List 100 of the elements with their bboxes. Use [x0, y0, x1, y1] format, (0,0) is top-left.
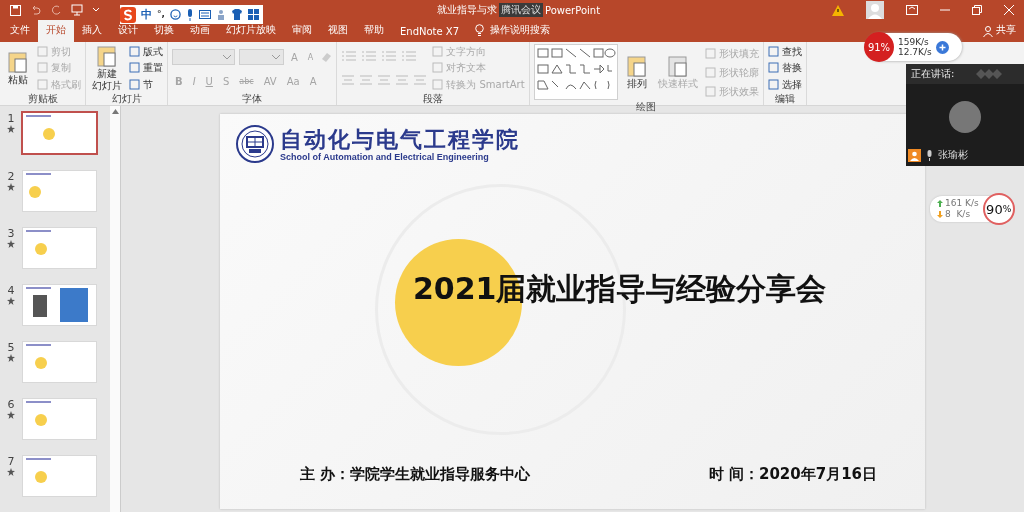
ribbon-small-button[interactable]: 查找: [767, 45, 802, 59]
ribbon-tab[interactable]: 插入: [74, 20, 110, 42]
meeting-logo-icon: [974, 69, 1005, 79]
slide-thumbnail[interactable]: [21, 111, 98, 155]
upload-speed: 159K/s: [898, 37, 930, 47]
restore-icon[interactable]: [972, 5, 982, 15]
smiley-icon[interactable]: [169, 9, 181, 20]
group-label: 剪贴板: [26, 92, 59, 105]
caret-icon: [223, 54, 231, 60]
list-format-icon[interactable]: [361, 49, 378, 62]
star-icon: [7, 240, 15, 248]
speaker-name: 张瑜彬: [938, 148, 968, 162]
align-icon[interactable]: [377, 74, 392, 87]
ribbon-tab[interactable]: 幻灯片放映: [218, 20, 284, 42]
slide-number: 5: [7, 341, 15, 354]
ribbon-display-icon[interactable]: [906, 5, 918, 15]
command-icon: [767, 62, 779, 74]
command-icon: [432, 62, 444, 74]
ribbon-tab[interactable]: 文件: [2, 20, 38, 42]
star-icon: [7, 125, 15, 133]
memory-gauge: 90%: [982, 193, 1015, 225]
figure-icon[interactable]: [215, 9, 226, 20]
download-speed: 12.7K/s: [898, 47, 932, 57]
speaking-label: 正在讲话:: [911, 67, 955, 81]
app-name: PowerPoint: [545, 4, 601, 16]
tell-me-search[interactable]: 操作说明搜索: [490, 23, 551, 42]
undo-icon[interactable]: [30, 4, 42, 16]
command-icon: [704, 85, 716, 97]
document-icon: [624, 54, 649, 78]
host-text: 主 办：学院学生就业指导服务中心: [300, 465, 531, 484]
group-label: 幻灯片: [110, 92, 143, 105]
ribbon-small-button[interactable]: 节: [129, 77, 163, 91]
user-avatar-icon[interactable]: [866, 1, 884, 19]
shirt-icon[interactable]: [230, 9, 243, 20]
command-icon: [432, 78, 444, 90]
ime-mode[interactable]: 中: [141, 7, 152, 22]
college-name: 自动化与电气工程学院: [280, 126, 520, 152]
eraser-icon[interactable]: [320, 51, 333, 63]
ribbon-small-button[interactable]: 重置: [129, 61, 163, 75]
redo-icon[interactable]: [51, 4, 62, 16]
ribbon-small-button[interactable]: 版式: [129, 45, 163, 59]
command-icon: [37, 78, 48, 90]
slide-number: 6: [7, 398, 15, 411]
plus-icon[interactable]: [935, 40, 949, 54]
grid-icon[interactable]: [247, 9, 259, 20]
ribbon-tab[interactable]: 视图: [320, 20, 356, 42]
slide-number: 7: [7, 455, 15, 468]
command-icon: [129, 46, 140, 58]
ribbon-tab[interactable]: 开始: [38, 20, 74, 42]
speaker-avatar: [949, 101, 981, 133]
star-icon: [7, 354, 15, 362]
ribbon-tab[interactable]: 设计: [110, 20, 146, 42]
list-format-icon[interactable]: [341, 49, 358, 62]
command-icon: [129, 62, 140, 74]
shape-gallery[interactable]: [533, 44, 618, 100]
ribbon-tab[interactable]: EndNote X7: [392, 23, 468, 42]
ribbon-large-button[interactable]: 粘贴: [4, 50, 32, 86]
slide-number: 1: [7, 112, 15, 125]
close-icon[interactable]: [1004, 5, 1014, 15]
ribbon-tab[interactable]: 审阅: [284, 20, 320, 42]
sogou-logo-icon[interactable]: [120, 6, 136, 23]
align-icon[interactable]: [341, 74, 356, 87]
date-text: 时 间：2020年7月16日: [708, 465, 877, 484]
keyboard-icon[interactable]: [198, 10, 211, 19]
ribbon-large-button[interactable]: 排列: [622, 54, 651, 90]
group-label: 字体: [241, 92, 264, 105]
upload-speed: 161 K/s: [945, 198, 979, 209]
down-arrow-icon: [937, 211, 943, 218]
font-size-field[interactable]: [239, 49, 284, 65]
scroll-up-icon[interactable]: [111, 109, 119, 114]
list-format-icon[interactable]: [381, 49, 398, 62]
align-icon[interactable]: [395, 74, 410, 87]
group-label: 编辑: [773, 92, 796, 105]
caret-icon[interactable]: [92, 7, 100, 13]
punctuation-mode[interactable]: °,: [157, 8, 165, 21]
list-format-icon[interactable]: [401, 49, 418, 62]
ribbon-tab[interactable]: 动画: [182, 20, 218, 42]
ribbon-tab[interactable]: 帮助: [356, 20, 392, 42]
align-icon[interactable]: [359, 74, 374, 87]
command-icon: [37, 62, 48, 74]
presentation-icon[interactable]: [71, 4, 83, 16]
align-icon[interactable]: [413, 74, 428, 87]
college-emblem-icon: [235, 124, 275, 164]
command-icon: [37, 46, 48, 58]
warning-icon[interactable]: [832, 4, 844, 16]
ribbon-large-button[interactable]: 新建 幻灯片: [90, 44, 124, 92]
ribbon-tab[interactable]: 切换: [146, 20, 182, 42]
meeting-tag: 腾讯会议: [499, 3, 543, 17]
share-button[interactable]: 共享: [993, 23, 1024, 42]
font-name-field[interactable]: [172, 49, 235, 65]
command-icon: [767, 46, 779, 58]
microphone-icon: [925, 149, 934, 161]
microphone-icon[interactable]: [185, 8, 194, 21]
ribbon-small-button[interactable]: 替换: [767, 61, 802, 75]
save-icon[interactable]: [10, 4, 21, 16]
command-icon: [704, 66, 716, 78]
star-icon: [7, 183, 15, 191]
ribbon-small-button[interactable]: 选择: [767, 77, 802, 91]
group-label: 绘图: [635, 100, 658, 113]
star-icon: [7, 297, 15, 305]
